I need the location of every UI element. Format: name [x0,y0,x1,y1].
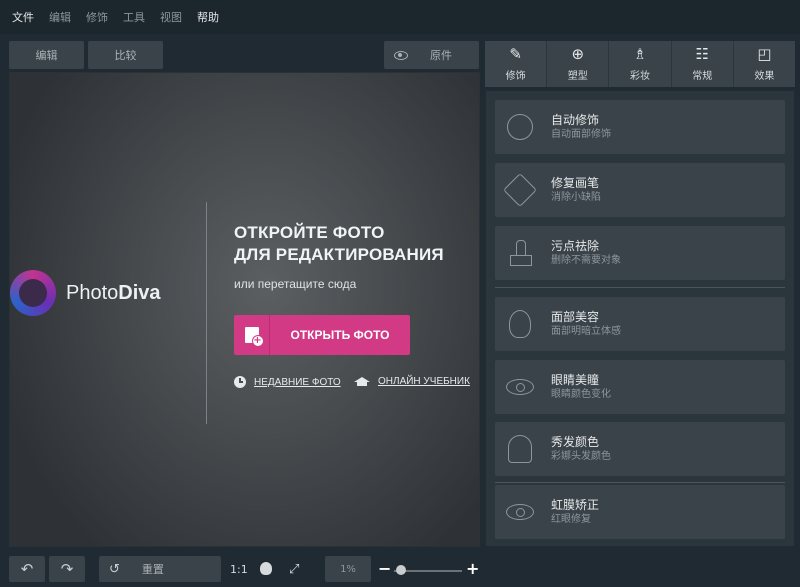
menu-file[interactable]: 文件 [12,9,34,25]
divider [206,202,207,424]
sliders-icon: ☷ [695,45,709,63]
clock-icon [234,376,246,388]
photodiva-logo: PhotoDiva [10,270,161,316]
zoom-in-icon[interactable]: + [466,559,479,578]
target-icon: ⊕ [571,45,585,63]
redo-button[interactable]: ↷ [49,556,85,582]
feature-healing-brush[interactable]: 修复画笔 消除小缺陷 [495,163,785,217]
feature-eye-color[interactable]: 眼睛美瞳 眼睛颜色变化 [495,360,785,414]
panel-separator [495,287,785,288]
bandage-icon [503,173,537,207]
tab-general[interactable]: ☷ 常规 [671,41,733,87]
face-detect-icon[interactable] [260,562,272,575]
panel-separator [495,482,785,483]
online-tutorial-link[interactable]: ОНЛАЙН УЧЕБНИК [354,376,470,387]
recent-photos-link[interactable]: НЕДАВНИЕ ФОТО [234,376,341,388]
original-label: 原件 [430,49,452,62]
file-add-icon [244,327,264,347]
open-file-icon-wrap [234,315,270,355]
reset-label: 重置 [141,563,164,576]
face-contour-icon [509,310,531,338]
red-eye-icon [506,504,534,520]
menu-bar: 文件 编辑 修饰 工具 视图 帮助 [0,0,800,34]
tab-makeup[interactable]: ♗ 彩妆 [609,41,671,87]
feature-auto-retouch[interactable]: 自动修饰 自动面部修饰 [495,100,785,154]
redo-icon: ↷ [60,560,74,578]
menu-view[interactable]: 视图 [160,9,182,25]
graduation-cap-icon [354,376,370,387]
undo-button[interactable]: ↶ [9,556,45,582]
menu-help[interactable]: 帮助 [197,9,219,25]
eye-icon [394,50,408,60]
effects-icon: ◰ [757,45,772,63]
feature-blemish-removal[interactable]: 污点祛除 删除不需要对象 [495,226,785,280]
open-photo-label: ОТКРЫТЬ ФОТО [290,328,390,342]
logo-icon [10,270,56,316]
logo-text: PhotoDiva [66,281,161,304]
makeup-icon: ♗ [633,45,647,63]
drop-hint: или перетащите сюда [234,277,357,291]
stamp-icon [510,240,532,266]
feature-hair-color[interactable]: 秀发颜色 彩娜头发颜色 [495,422,785,476]
undo-icon: ↶ [20,560,34,578]
reset-button[interactable]: ↺ 重置 [99,556,221,582]
zoom-slider-handle[interactable] [396,565,406,575]
menu-retouch[interactable]: 修饰 [86,9,108,25]
original-button[interactable]: 原件 [384,41,479,69]
zoom-value: 1% [325,556,371,582]
tool-tabs: ✎ 修饰 ⊕ 塑型 ♗ 彩妆 ☷ 常规 ◰ 效果 [485,41,796,87]
feature-red-eye[interactable]: 虹膜矫正 红眼修复 [495,485,785,539]
tab-retouch[interactable]: ✎ 修饰 [485,41,547,87]
compare-button[interactable]: 比较 [88,41,163,69]
reset-icon: ↺ [109,561,120,577]
menu-tools[interactable]: 工具 [123,9,145,25]
menu-edit[interactable]: 编辑 [49,9,71,25]
feature-face-beauty[interactable]: 面部美容 面部明暗立体感 [495,297,785,351]
eye-icon [506,379,534,395]
tab-shape[interactable]: ⊕ 塑型 [547,41,609,87]
edit-button[interactable]: 编辑 [9,41,84,69]
zoom-out-icon[interactable]: − [378,559,391,578]
welcome-headline: ОТКРОЙТЕ ФОТО ДЛЯ РЕДАКТИРОВАНИЯ [234,223,444,264]
open-photo-button[interactable]: ОТКРЫТЬ ФОТО [234,315,410,355]
magic-face-icon [507,114,533,140]
actual-size-button[interactable]: 1:1 [230,563,248,576]
brush-icon: ✎ [509,45,522,63]
hair-icon [508,435,532,463]
fit-screen-icon[interactable]: ⤢ [289,562,299,577]
tab-effects[interactable]: ◰ 效果 [733,41,796,87]
